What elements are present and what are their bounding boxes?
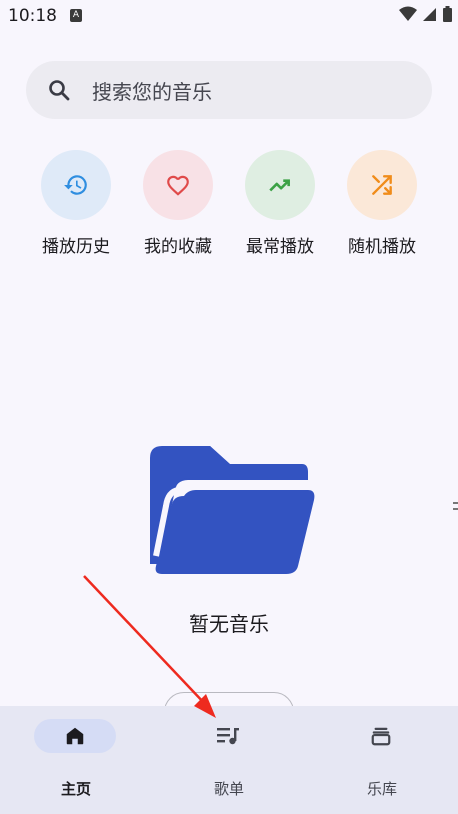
annotation-arrow: [83, 575, 216, 718]
edge-handle: [453, 502, 458, 510]
